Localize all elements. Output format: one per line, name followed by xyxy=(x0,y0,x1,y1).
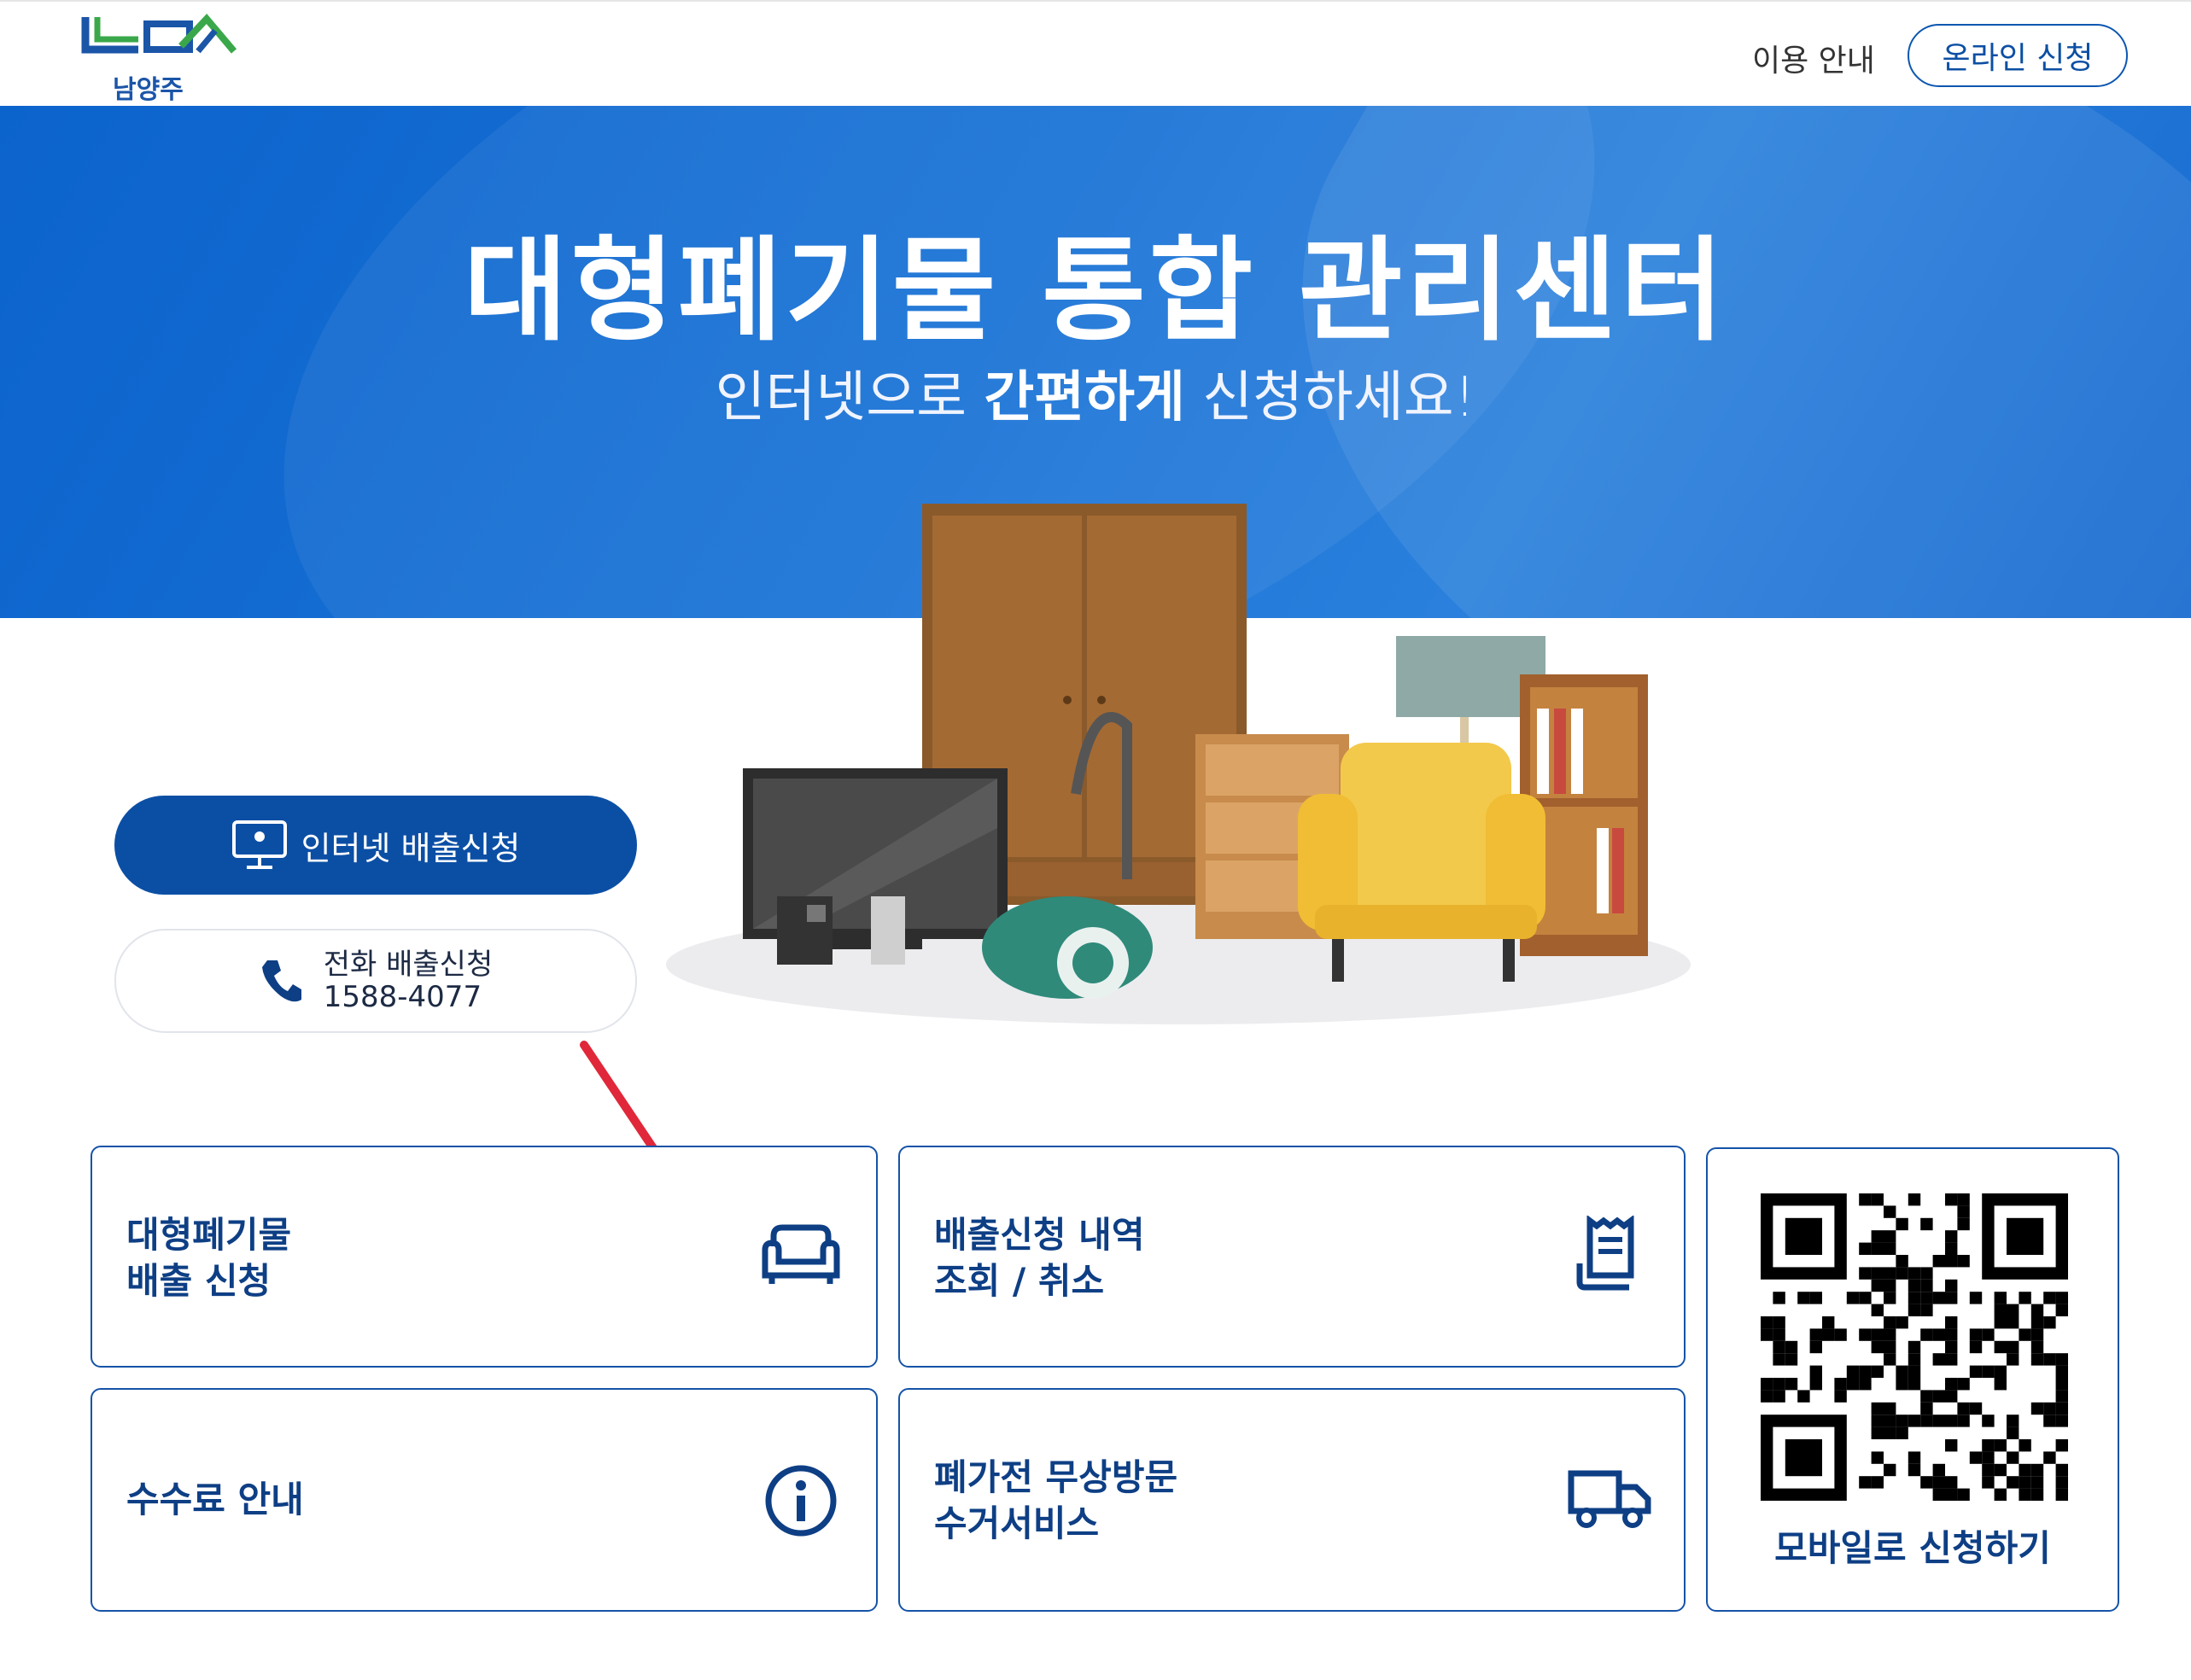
phone-request-label: 전화 배출신청 xyxy=(323,948,494,982)
subtitle-text: 신청하세요! xyxy=(1184,366,1476,429)
phone-icon xyxy=(261,960,301,1002)
card-label-line: 배출 신청 xyxy=(126,1260,272,1302)
nav-online-apply-button[interactable]: 온라인 신청 xyxy=(1908,24,2128,87)
card-label-line: 수거서비스 xyxy=(934,1502,1100,1544)
sofa-icon xyxy=(762,1224,840,1284)
card-fee-guide[interactable]: 수수료 안내 xyxy=(91,1388,878,1612)
nav-usage-guide-link[interactable]: 이용 안내 xyxy=(1752,36,1875,80)
info-icon xyxy=(765,1465,837,1537)
monitor-icon xyxy=(231,820,287,869)
phone-disposal-request-button[interactable]: 전화 배출신청 1588-4077 xyxy=(114,929,637,1033)
phone-request-text: 전화 배출신청 1588-4077 xyxy=(324,948,494,1013)
receipt-icon xyxy=(1576,1216,1634,1291)
card-label-line: 대형폐기물 xyxy=(126,1214,292,1256)
logo-text: 남양주 xyxy=(113,75,184,105)
card-label: 폐가전 무상방문 수거서비스 xyxy=(934,1455,1177,1547)
top-navigation-bar: 남양주 이용 안내 온라인 신청 xyxy=(0,0,2191,106)
card-label-line: 조회 / 취소 xyxy=(934,1260,1105,1302)
internet-disposal-request-button[interactable]: 인터넷 배출신청 xyxy=(114,796,637,895)
namyangju-logo[interactable]: 남양주 xyxy=(79,12,241,105)
page-title: 대형폐기물 통합 관리센터 xyxy=(464,225,1727,357)
truck-icon xyxy=(1568,1470,1651,1528)
card-label-line: 폐가전 무상방문 xyxy=(934,1456,1178,1498)
card-label: 배출신청 내역 조회 / 취소 xyxy=(934,1212,1144,1304)
internet-disposal-request-label: 인터넷 배출신청 xyxy=(301,829,521,867)
furniture-illustration xyxy=(666,504,1691,1024)
phone-number: 1588-4077 xyxy=(323,980,482,1014)
subtitle-emphasis: 간편하게 xyxy=(984,366,1185,429)
card-free-appliance-pickup[interactable]: 폐가전 무상방문 수거서비스 xyxy=(898,1388,1686,1612)
card-bulky-waste-request[interactable]: 대형폐기물 배출 신청 xyxy=(91,1146,878,1368)
qr-code-icon xyxy=(1761,1193,2068,1501)
qr-label: 모바일로 신청하기 xyxy=(1774,1527,2051,1569)
card-mobile-apply-qr[interactable]: 모바일로 신청하기 xyxy=(1706,1147,2119,1612)
subtitle-text: 인터넷으로 xyxy=(715,366,984,429)
hero-subtitle: 인터넷으로 간편하게 신청하세요! xyxy=(0,353,2191,432)
card-label-line: 수수료 안내 xyxy=(126,1479,304,1520)
card-request-history[interactable]: 배출신청 내역 조회 / 취소 xyxy=(898,1146,1686,1368)
card-label: 수수료 안내 xyxy=(126,1477,304,1523)
logo-mark-icon xyxy=(81,13,237,54)
card-label-line: 배출신청 내역 xyxy=(934,1214,1145,1256)
card-label: 대형폐기물 배출 신청 xyxy=(126,1212,291,1304)
